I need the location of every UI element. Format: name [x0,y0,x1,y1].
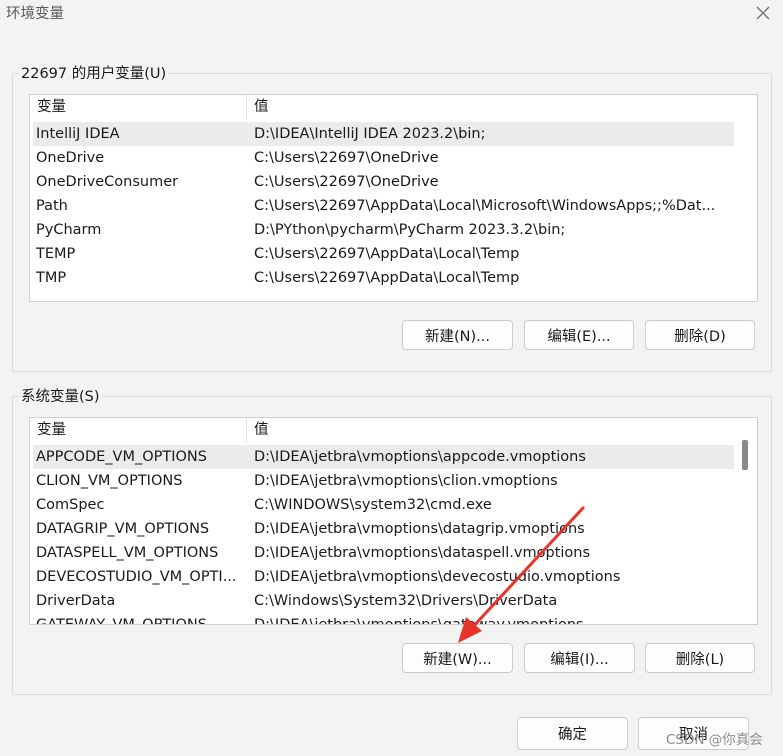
variable-value: D:\IDEA\jetbra\vmoptions\clion.vmoptions [254,473,558,489]
table-row[interactable]: DATAGRIP_VM_OPTIONS D:\IDEA\jetbra\vmopti… [33,517,734,541]
system-delete-button[interactable]: 删除(L) [645,643,755,673]
table-row[interactable]: OneDriveConsumer C:\Users\22697\OneDrive [33,170,734,194]
variable-value: D:\IDEA\jetbra\vmoptions\devecostudio.vm… [254,569,621,585]
variable-value: D:\IDEA\jetbra\vmoptions\dataspell.vmopt… [254,545,591,561]
system-new-button[interactable]: 新建(W)... [402,643,513,673]
variable-value: C:\WINDOWS\system32\cmd.exe [254,497,492,513]
user-vars-list[interactable]: 变量 值 IntelliJ IDEA D:\IDEA\IntelliJ IDEA … [29,94,758,302]
close-icon[interactable] [746,0,780,26]
system-vars-list[interactable]: 变量 值 APPCODE_VM_OPTIONS D:\IDEA\jetbra\vm… [29,417,758,625]
table-row[interactable]: OneDrive C:\Users\22697\OneDrive [33,146,734,170]
vertical-scrollbar[interactable] [740,440,754,622]
variable-name: CLION_VM_OPTIONS [36,473,183,489]
user-new-button[interactable]: 新建(N)... [402,320,513,350]
table-row[interactable]: TEMP C:\Users\22697\AppData\Local\Temp [33,242,734,266]
variable-name: DEVECOSTUDIO_VM_OPTI... [36,569,237,585]
table-row[interactable]: TMP C:\Users\22697\AppData\Local\Temp [33,266,734,290]
table-row[interactable]: DATASPELL_VM_OPTIONS D:\IDEA\jetbra\vmopt… [33,541,734,565]
variable-name: IntelliJ IDEA [36,126,120,142]
variable-name: TEMP [36,246,76,262]
column-header-value[interactable]: 值 [247,95,734,120]
list-header: 变量 值 [30,95,757,120]
user-edit-button[interactable]: 编辑(E)... [524,320,634,350]
ok-button[interactable]: 确定 [517,717,628,750]
variable-value: C:\Users\22697\OneDrive [254,174,439,190]
column-header-name[interactable]: 变量 [30,95,247,120]
table-row[interactable]: PyCharm D:\PYthon\pycharm\PyCharm 2023.3.… [33,218,734,242]
list-header: 变量 值 [30,418,757,443]
variable-name: DATASPELL_VM_OPTIONS [36,545,219,561]
window-title: 环境变量 [6,6,64,22]
variable-value: D:\IDEA\jetbra\vmoptions\gateway.vmoptio… [254,617,584,625]
variable-value: C:\Users\22697\AppData\Local\Temp [254,270,520,286]
system-edit-button[interactable]: 编辑(I)... [524,643,635,673]
variable-name: TMP [36,270,67,286]
variable-value: C:\Users\22697\OneDrive [254,150,439,166]
table-row[interactable]: GATEWAY_VM_OPTIONS D:\IDEA\jetbra\vmoptio… [33,613,734,625]
table-row[interactable]: DriverData C:\Windows\System32\Drivers\Dr… [33,589,734,613]
table-row[interactable]: CLION_VM_OPTIONS D:\IDEA\jetbra\vmoptions… [33,469,734,493]
watermark: CSDN @你真会 [666,732,763,748]
variable-name: GATEWAY_VM_OPTIONS [36,617,207,625]
variable-name: OneDriveConsumer [36,174,179,190]
user-vars-label: 22697 的用户变量(U) [19,62,169,83]
table-row[interactable]: IntelliJ IDEA D:\IDEA\IntelliJ IDEA 2023.… [33,122,734,146]
variable-value: C:\Users\22697\AppData\Local\Microsoft\W… [254,198,716,214]
table-row[interactable]: Path C:\Users\22697\AppData\Local\Microso… [33,194,734,218]
variable-value: D:\IDEA\jetbra\vmoptions\appcode.vmoptio… [254,449,586,465]
variable-name: DriverData [36,593,116,609]
scrollbar-thumb[interactable] [742,440,748,470]
column-header-value[interactable]: 值 [247,418,734,443]
title-bar: 环境变量 [0,0,783,26]
variable-name: APPCODE_VM_OPTIONS [36,449,207,465]
variable-value: D:\PYthon\pycharm\PyCharm 2023.3.2\bin; [254,222,566,238]
variable-value: C:\Windows\System32\Drivers\DriverData [254,593,558,609]
variable-value: C:\Users\22697\AppData\Local\Temp [254,246,520,262]
table-row[interactable]: ComSpec C:\WINDOWS\system32\cmd.exe [33,493,734,517]
system-vars-label: 系统变量(S) [19,385,102,406]
variable-name: ComSpec [36,497,105,513]
variable-value: D:\IDEA\IntelliJ IDEA 2023.2\bin; [254,126,486,142]
variable-name: OneDrive [36,150,105,166]
variable-name: DATAGRIP_VM_OPTIONS [36,521,210,537]
user-delete-button[interactable]: 删除(D) [645,320,755,350]
column-header-name[interactable]: 变量 [30,418,247,443]
variable-value: D:\IDEA\jetbra\vmoptions\datagrip.vmopti… [254,521,585,537]
variable-name: Path [36,198,68,214]
table-row[interactable]: APPCODE_VM_OPTIONS D:\IDEA\jetbra\vmoptio… [33,445,734,469]
table-row[interactable]: DEVECOSTUDIO_VM_OPTI... D:\IDEA\jetbra\vm… [33,565,734,589]
variable-name: PyCharm [36,222,102,238]
